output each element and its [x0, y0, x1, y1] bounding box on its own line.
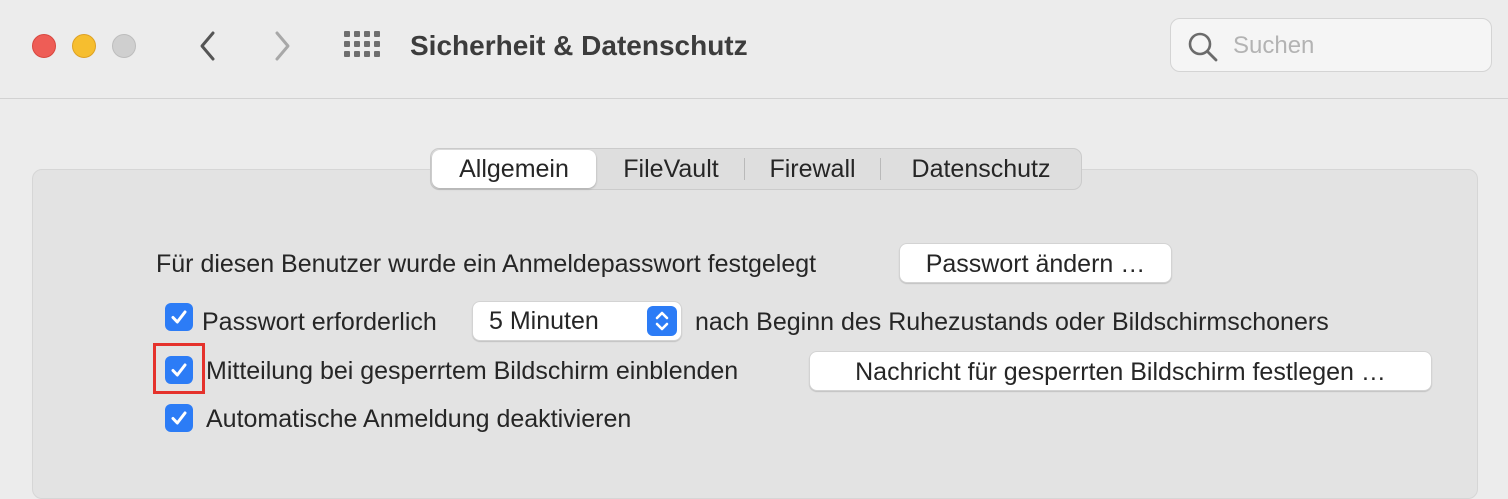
back-button[interactable]	[188, 26, 228, 66]
tab-filevault[interactable]: FileVault	[598, 149, 744, 189]
up-down-chevron-icon	[647, 306, 677, 336]
change-password-button[interactable]: Passwort ändern …	[899, 243, 1172, 283]
search-field[interactable]	[1170, 18, 1492, 72]
chevron-left-icon	[200, 31, 215, 61]
search-input[interactable]	[1231, 29, 1485, 63]
highlight-box	[153, 343, 205, 394]
chevron-right-icon	[275, 31, 290, 61]
minimize-window-button[interactable]	[72, 34, 96, 58]
lock-message-label: Mitteilung bei gesperrtem Bildschirm ein…	[206, 357, 739, 385]
require-password-checkbox[interactable]	[165, 303, 193, 331]
window-toolbar: Sicherheit & Datenschutz	[0, 0, 1508, 99]
search-icon	[1188, 32, 1218, 62]
zoom-window-button[interactable]	[112, 34, 136, 58]
tab-allgemein[interactable]: Allgemein	[432, 150, 596, 188]
set-lock-message-button[interactable]: Nachricht für gesperrten Bildschirm fest…	[809, 351, 1432, 391]
show-all-button[interactable]	[342, 28, 382, 64]
tab-datenschutz[interactable]: Datenschutz	[881, 149, 1081, 189]
close-window-button[interactable]	[32, 34, 56, 58]
require-password-suffix: nach Beginn des Ruhezustands oder Bildsc…	[695, 308, 1329, 336]
checkmark-icon	[171, 310, 187, 324]
disable-autologin-checkbox[interactable]	[165, 404, 193, 432]
forward-button[interactable]	[262, 26, 302, 66]
window-title: Sicherheit & Datenschutz	[410, 30, 748, 61]
password-delay-value: 5 Minuten	[489, 307, 599, 335]
password-set-text: Für diesen Benutzer wurde ein Anmeldepas…	[156, 250, 817, 278]
password-delay-select[interactable]: 5 Minuten	[472, 301, 682, 341]
checkmark-icon	[171, 411, 187, 425]
tab-bar: Allgemein FileVault Firewall Datenschutz	[430, 148, 1082, 190]
tab-firewall[interactable]: Firewall	[745, 149, 880, 189]
disable-autologin-label: Automatische Anmeldung deaktivieren	[206, 405, 632, 433]
require-password-label: Passwort erforderlich	[202, 308, 437, 336]
